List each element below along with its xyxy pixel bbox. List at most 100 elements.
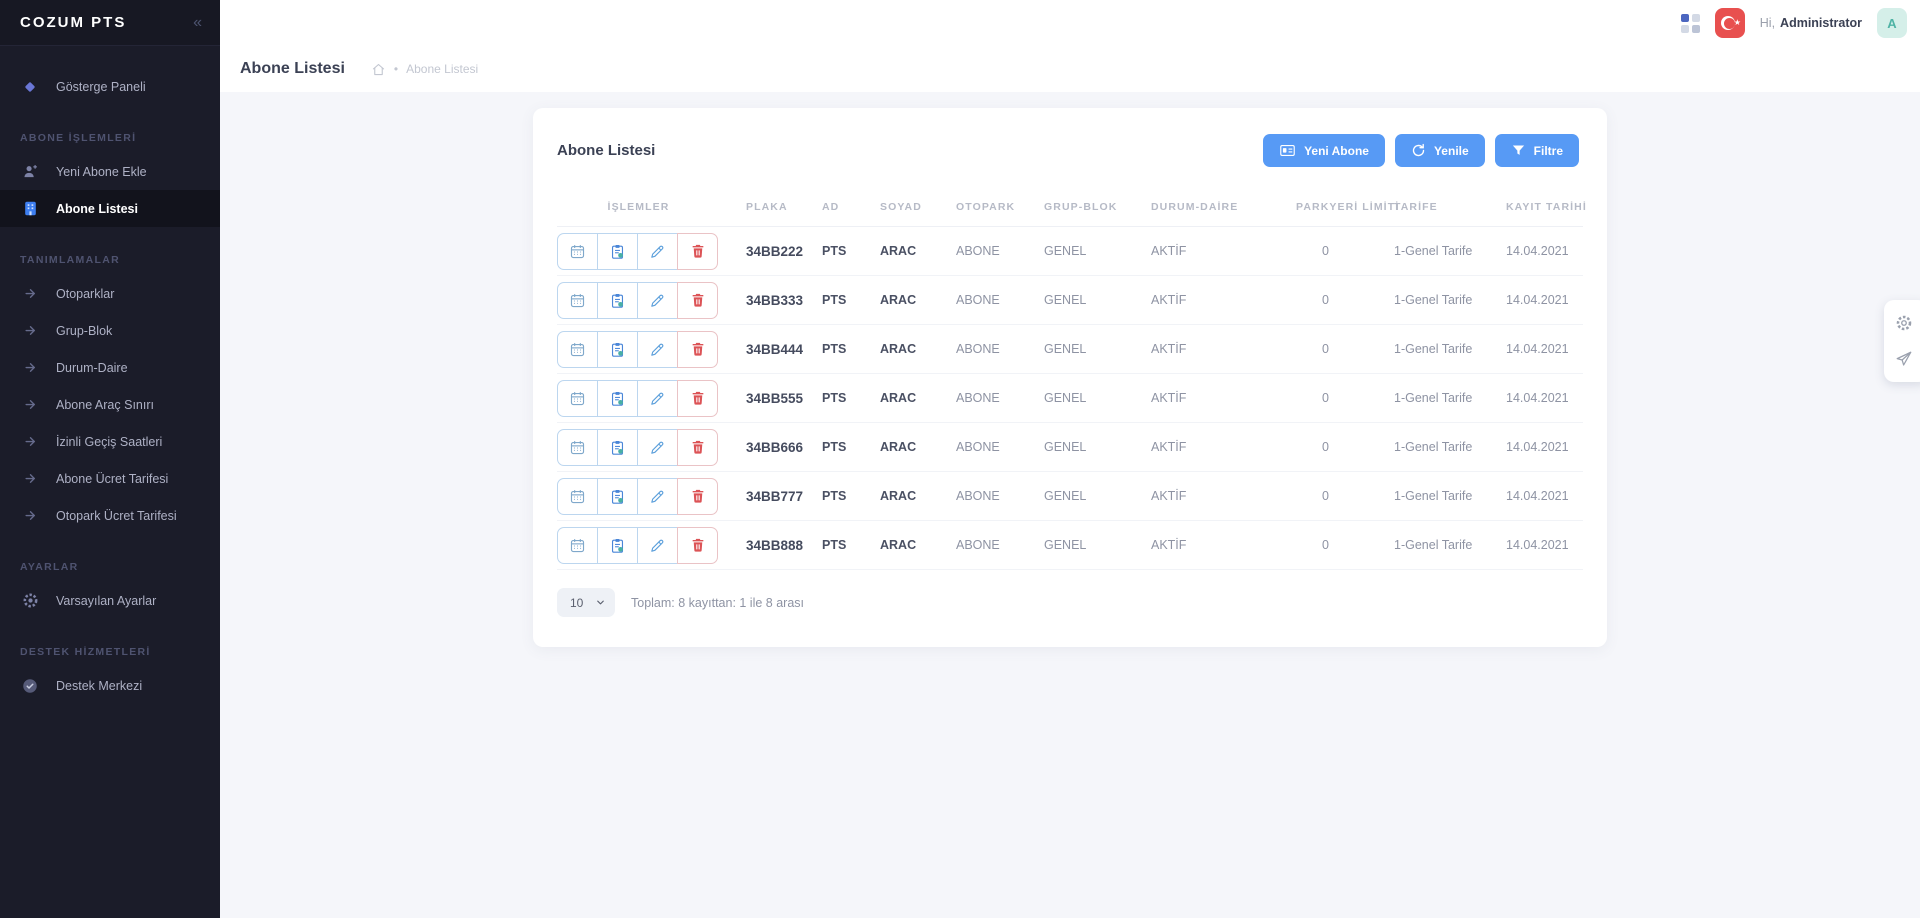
cell-durum-daire: AKTİF <box>1151 538 1296 552</box>
yenile-button[interactable]: Yenile <box>1395 134 1485 167</box>
calendar-button[interactable] <box>557 233 598 270</box>
copy-button[interactable] <box>597 233 638 270</box>
cell-grup-blok: GENEL <box>1044 538 1151 552</box>
copy-button[interactable] <box>597 380 638 417</box>
row-actions <box>557 478 746 515</box>
sidebar-item-label: Yeni Abone Ekle <box>56 165 147 179</box>
yeni-abone-button[interactable]: Yeni Abone <box>1263 134 1385 167</box>
delete-button[interactable] <box>677 527 718 564</box>
cell-otopark: ABONE <box>956 538 1044 552</box>
sidebar-item-grup-blok[interactable]: Grup-Blok <box>0 312 220 349</box>
sidebar-item-label: Otoparklar <box>56 287 114 301</box>
edit-button[interactable] <box>637 331 678 368</box>
sidebar-item-otopark-ucret-tarifesi[interactable]: Otopark Ücret Tarifesi <box>0 497 220 534</box>
calendar-button[interactable] <box>557 380 598 417</box>
copy-button[interactable] <box>597 282 638 319</box>
dashboard-diamond-icon <box>20 79 40 95</box>
edit-button[interactable] <box>637 478 678 515</box>
arrow-right-icon <box>20 397 40 412</box>
sidebar-item-durum-daire[interactable]: Durum-Daire <box>0 349 220 386</box>
calendar-button[interactable] <box>557 429 598 466</box>
trash-icon <box>690 243 706 259</box>
sidebar-item-label: Grup-Blok <box>56 324 112 338</box>
turkish-flag-icon[interactable]: ★ <box>1715 8 1745 38</box>
arrow-right-icon <box>20 286 40 301</box>
cell-ad: PTS <box>822 440 880 454</box>
edit-button[interactable] <box>637 282 678 319</box>
cell-parkyeri-limiti: 0 <box>1296 391 1394 405</box>
sidebar-item-varsayilan-ayarlar[interactable]: Varsayılan Ayarlar <box>0 582 220 619</box>
home-icon[interactable] <box>371 62 386 77</box>
edit-button[interactable] <box>637 380 678 417</box>
app-logo: COZUM PTS <box>20 14 126 31</box>
delete-button[interactable] <box>677 380 718 417</box>
arrow-right-icon <box>20 508 40 523</box>
copy-button[interactable] <box>597 331 638 368</box>
settings-widget-button[interactable] <box>1887 306 1920 340</box>
copy-button[interactable] <box>597 478 638 515</box>
sidebar-item-abone-ucret-tarifesi[interactable]: Abone Ücret Tarifesi <box>0 460 220 497</box>
apps-grid-icon[interactable] <box>1681 14 1700 33</box>
calendar-button[interactable] <box>557 527 598 564</box>
row-actions <box>557 380 746 417</box>
edit-button[interactable] <box>637 527 678 564</box>
cell-ad: PTS <box>822 538 880 552</box>
sidebar-item-destek-merkezi[interactable]: Destek Merkezi <box>0 667 220 704</box>
sidebar-section-tanimlamalar: TANIMLAMALAR <box>0 245 220 275</box>
calendar-icon <box>569 243 586 260</box>
column-header-tarife: TARİFE <box>1394 201 1506 213</box>
delete-button[interactable] <box>677 429 718 466</box>
column-header-durum-daire: DURUM-DAİRE <box>1151 201 1296 213</box>
sidebar-item-izinli-gecis-saatleri[interactable]: İzinli Geçiş Saatleri <box>0 423 220 460</box>
cell-kayit-tarihi: 14.04.2021 <box>1506 538 1583 552</box>
cell-kayit-tarihi: 14.04.2021 <box>1506 440 1583 454</box>
clipboard-icon <box>609 390 626 407</box>
cell-tarife: 1-Genel Tarife <box>1394 342 1506 356</box>
cell-kayit-tarihi: 14.04.2021 <box>1506 489 1583 503</box>
page-size-select[interactable]: 10 <box>557 588 615 617</box>
copy-button[interactable] <box>597 429 638 466</box>
delete-button[interactable] <box>677 282 718 319</box>
pencil-icon <box>649 341 666 358</box>
cell-otopark: ABONE <box>956 391 1044 405</box>
cell-tarife: 1-Genel Tarife <box>1394 489 1506 503</box>
cell-otopark: ABONE <box>956 489 1044 503</box>
cell-otopark: ABONE <box>956 244 1044 258</box>
cell-soyad: ARAC <box>880 342 956 356</box>
avatar[interactable]: A <box>1877 8 1907 38</box>
content-area: Abone Listesi Yeni Abone Yenile <box>220 92 1920 918</box>
sidebar-item-label: Varsayılan Ayarlar <box>56 594 156 608</box>
sidebar-collapse-icon[interactable]: « <box>193 14 202 32</box>
cell-soyad: ARAC <box>880 489 956 503</box>
arrow-right-icon <box>20 471 40 486</box>
table-row: 34BB222 PTS ARAC ABONE GENEL AKTİF 0 1-G… <box>557 227 1583 276</box>
arrow-right-icon <box>20 434 40 449</box>
user-greeting: Hi, Administrator <box>1760 16 1862 30</box>
calendar-button[interactable] <box>557 478 598 515</box>
trash-icon <box>690 537 706 553</box>
sidebar-item-abone-arac-siniri[interactable]: Abone Araç Sınırı <box>0 386 220 423</box>
table-row: 34BB666 PTS ARAC ABONE GENEL AKTİF 0 1-G… <box>557 423 1583 472</box>
clipboard-icon <box>609 341 626 358</box>
calendar-icon <box>569 488 586 505</box>
copy-button[interactable] <box>597 527 638 564</box>
delete-button[interactable] <box>677 331 718 368</box>
abone-table: İŞLEMLER PLAKA AD SOYAD OTOPARK GRUP-BLO… <box>533 187 1607 570</box>
sidebar-item-gosterge-paneli[interactable]: Gösterge Paneli <box>0 68 220 105</box>
cell-durum-daire: AKTİF <box>1151 342 1296 356</box>
column-header-islemler: İŞLEMLER <box>557 201 746 213</box>
edit-button[interactable] <box>637 429 678 466</box>
delete-button[interactable] <box>677 478 718 515</box>
filtre-button[interactable]: Filtre <box>1495 134 1579 167</box>
calendar-button[interactable] <box>557 282 598 319</box>
breadcrumb: • Abone Listesi <box>371 62 478 77</box>
sidebar-item-otoparklar[interactable]: Otoparklar <box>0 275 220 312</box>
sidebar-item-abone-listesi[interactable]: Abone Listesi <box>0 190 220 227</box>
edit-button[interactable] <box>637 233 678 270</box>
clipboard-icon <box>609 537 626 554</box>
records-summary: Toplam: 8 kayıttan: 1 ile 8 arası <box>631 596 804 610</box>
calendar-button[interactable] <box>557 331 598 368</box>
sidebar-item-yeni-abone-ekle[interactable]: Yeni Abone Ekle <box>0 153 220 190</box>
send-widget-button[interactable] <box>1887 342 1920 376</box>
delete-button[interactable] <box>677 233 718 270</box>
